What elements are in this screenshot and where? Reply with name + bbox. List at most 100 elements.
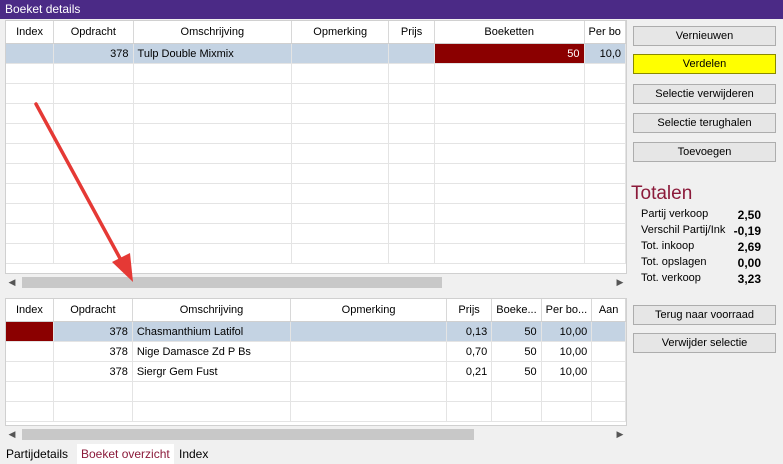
cell-boeketten[interactable]: 50 [434, 43, 585, 64]
col-header-per-bo[interactable]: Per bo... [541, 299, 593, 322]
bottom-grid[interactable]: Index Opdracht Omschrijving Opmerking Pr… [5, 298, 627, 426]
col-header-boeketten[interactable]: Boeketten [434, 21, 585, 44]
verdelen-button[interactable]: Verdelen [633, 54, 776, 74]
col-header-prijs[interactable]: Prijs [388, 21, 435, 44]
table-row [6, 163, 626, 184]
table-row [6, 83, 626, 104]
toevoegen-button[interactable]: Toevoegen [633, 142, 776, 162]
cell-opmerking[interactable] [290, 361, 447, 382]
totals-label: Tot. opslagen [641, 256, 707, 268]
totals-label: Verschil Partij/Ink [641, 224, 726, 236]
cell-opmerking[interactable] [290, 341, 447, 362]
totals-value: -0,19 [733, 224, 761, 238]
table-row [6, 103, 626, 124]
totals-row: Tot. opslagen 0,00 [641, 256, 761, 272]
cell-opdracht[interactable]: 378 [53, 321, 133, 342]
table-row [6, 203, 626, 224]
scroll-thumb[interactable] [22, 277, 442, 288]
totals-title: Totalen [631, 183, 693, 204]
totals-value: 3,23 [737, 272, 761, 286]
tab-boeket-overzicht[interactable]: Boeket overzicht [77, 444, 174, 464]
cell-omschrijving[interactable]: Nige Damasce Zd P Bs [132, 341, 292, 362]
table-row [6, 381, 626, 402]
col-header-aan[interactable]: Aan [591, 299, 626, 322]
scroll-left-icon[interactable]: ◀ [5, 274, 19, 290]
selectie-terughalen-button[interactable]: Selectie terughalen [633, 113, 776, 133]
cell-opmerking[interactable] [291, 43, 390, 64]
cell-opdracht[interactable]: 378 [53, 43, 134, 64]
cell-prijs[interactable]: 0,21 [446, 361, 493, 382]
cell-aan[interactable] [591, 341, 626, 362]
col-header-opmerking[interactable]: Opmerking [291, 21, 390, 44]
cell-per-bo[interactable]: 10,0 [584, 43, 626, 64]
table-row[interactable]: 378 Siergr Gem Fust 0,21 50 10,00 [6, 361, 626, 382]
tab-partijdetails[interactable]: Partijdetails [6, 444, 68, 464]
cell-aan[interactable] [591, 361, 626, 382]
col-header-opdracht[interactable]: Opdracht [53, 299, 133, 322]
cell-per-bo[interactable]: 10,00 [541, 341, 593, 362]
totals-row: Tot. inkoop 2,69 [641, 240, 761, 256]
totals-value: 0,00 [737, 256, 761, 270]
table-row [6, 183, 626, 204]
table-row [6, 63, 626, 84]
top-grid[interactable]: Index Opdracht Omschrijving Opmerking Pr… [5, 20, 627, 274]
cell-index[interactable] [6, 341, 54, 362]
table-row[interactable]: 378 Nige Damasce Zd P Bs 0,70 50 10,00 [6, 341, 626, 362]
tab-bar: Partijdetails Boeket overzicht Index [0, 444, 783, 464]
cell-omschrijving[interactable]: Siergr Gem Fust [132, 361, 292, 382]
cell-boeke[interactable]: 50 [491, 341, 542, 362]
cell-index[interactable] [6, 321, 54, 342]
window-title: Boeket details [0, 0, 783, 19]
totals-row: Tot. verkoop 3,23 [641, 272, 761, 288]
table-row [6, 123, 626, 144]
totals-row: Partij verkoop 2,50 [641, 208, 761, 224]
col-header-omschrijving[interactable]: Omschrijving [132, 299, 292, 322]
cell-boeke[interactable]: 50 [491, 361, 542, 382]
col-header-opmerking[interactable]: Opmerking [290, 299, 447, 322]
col-header-boeke[interactable]: Boeke... [491, 299, 542, 322]
vernieuwen-button[interactable]: Vernieuwen [633, 26, 776, 46]
scroll-right-icon[interactable]: ▶ [613, 426, 627, 442]
cell-boeke[interactable]: 50 [491, 321, 542, 342]
scroll-thumb[interactable] [22, 429, 474, 440]
terug-naar-voorraad-button[interactable]: Terug naar voorraad [633, 305, 776, 325]
totals-row: Verschil Partij/Ink -0,19 [641, 224, 761, 240]
cell-opdracht[interactable]: 378 [53, 341, 133, 362]
cell-prijs[interactable]: 0,70 [446, 341, 493, 362]
totals-value: 2,50 [737, 208, 761, 222]
cell-per-bo[interactable]: 10,00 [541, 361, 593, 382]
col-header-opdracht[interactable]: Opdracht [53, 21, 134, 44]
table-row [6, 401, 626, 422]
selectie-verwijderen-button[interactable]: Selectie verwijderen [633, 84, 776, 104]
table-row [6, 143, 626, 164]
totals-value: 2,69 [737, 240, 761, 254]
scroll-right-icon[interactable]: ▶ [613, 274, 627, 290]
totals-label: Partij verkoop [641, 208, 709, 220]
cell-omschrijving[interactable]: Chasmanthium Latifol [132, 321, 292, 342]
cell-prijs[interactable] [388, 43, 435, 64]
table-row[interactable]: 378 Tulp Double Mixmix 50 10,0 [6, 43, 626, 64]
cell-per-bo[interactable]: 10,00 [541, 321, 593, 342]
table-row[interactable]: 378 Chasmanthium Latifol 0,13 50 10,00 [6, 321, 626, 342]
cell-prijs[interactable]: 0,13 [446, 321, 493, 342]
col-header-omschrijving[interactable]: Omschrijving [133, 21, 293, 44]
table-row [6, 243, 626, 264]
totals-label: Tot. inkoop [641, 240, 695, 252]
col-header-per-bo[interactable]: Per bo [584, 21, 626, 44]
tab-index[interactable]: Index [179, 444, 208, 464]
cell-opdracht[interactable]: 378 [53, 361, 133, 382]
cell-index[interactable] [6, 43, 55, 64]
cell-index[interactable] [6, 361, 54, 382]
verwijder-selectie-button[interactable]: Verwijder selectie [633, 333, 776, 353]
cell-opmerking[interactable] [290, 321, 447, 342]
col-header-index[interactable]: Index [6, 299, 54, 322]
bottom-grid-scrollbar[interactable]: ◀ ▶ [5, 426, 627, 442]
col-header-prijs[interactable]: Prijs [446, 299, 493, 322]
cell-omschrijving[interactable]: Tulp Double Mixmix [133, 43, 293, 64]
cell-aan[interactable] [591, 321, 626, 342]
table-row [6, 223, 626, 244]
totals-label: Tot. verkoop [641, 272, 701, 284]
col-header-index[interactable]: Index [6, 21, 55, 44]
scroll-left-icon[interactable]: ◀ [5, 426, 19, 442]
top-grid-scrollbar[interactable]: ◀ ▶ [5, 274, 627, 290]
